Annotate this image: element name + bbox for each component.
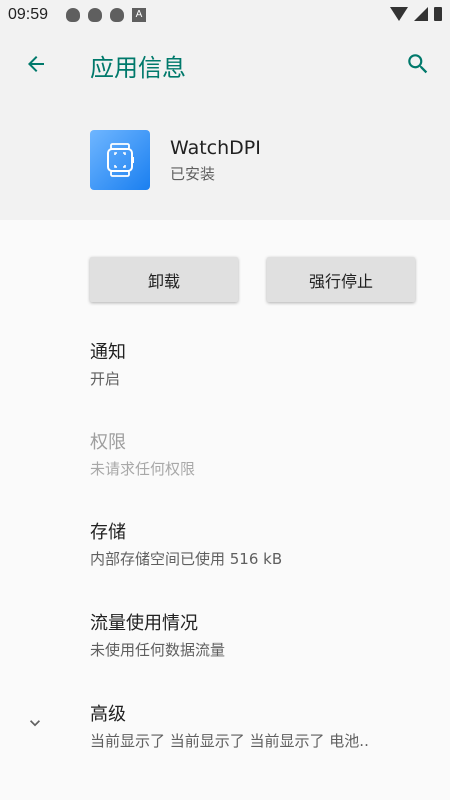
qq-icon [110,8,124,22]
qq-icon [88,8,102,22]
list-item-data-usage[interactable]: 流量使用情况 未使用任何数据流量 [90,609,430,660]
back-button[interactable] [22,50,50,78]
list-item-permissions: 权限 未请求任何权限 [90,428,430,479]
list-item-storage[interactable]: 存储 内部存储空间已使用 516 kB [90,518,430,569]
arrow-back-icon [28,56,44,72]
app-icon [90,130,150,190]
app-header: 应用信息 WatchDPI 已安装 [0,30,450,220]
watch-icon [107,143,134,177]
item-title: 存储 [90,522,126,543]
app-install-status: 已安装 [170,165,216,183]
item-title: 权限 [90,432,126,453]
item-summary: 开启 [90,370,121,388]
item-summary: 当前显示了 当前显示了 当前显示了 电池.. [90,732,369,750]
a-icon: A [132,8,146,22]
force-stop-button[interactable]: 强行停止 [267,257,415,302]
page-title: 应用信息 [90,54,186,82]
uninstall-button[interactable]: 卸载 [90,257,238,302]
item-summary: 内部存储空间已使用 516 kB [90,550,283,568]
battery-icon [434,7,442,21]
item-title: 流量使用情况 [90,613,198,634]
item-summary: 未请求任何权限 [90,460,196,478]
qq-icon [66,8,80,22]
chevron-down-icon[interactable] [24,712,46,734]
search-button[interactable] [404,50,432,78]
status-bar: 09:59 A [0,0,450,30]
wifi-icon [390,7,408,21]
notification-icons: A [66,8,146,22]
search-icon [408,54,428,74]
app-name: WatchDPI [170,137,261,159]
item-summary: 未使用任何数据流量 [90,641,226,659]
item-title: 通知 [90,342,126,363]
list-item-advanced[interactable]: 高级 当前显示了 当前显示了 当前显示了 电池.. [90,700,430,751]
list-item-notifications[interactable]: 通知 开启 [90,338,430,389]
signal-icon [414,7,428,21]
system-icons [390,7,442,21]
status-time: 09:59 [8,6,49,23]
item-title: 高级 [90,704,126,725]
